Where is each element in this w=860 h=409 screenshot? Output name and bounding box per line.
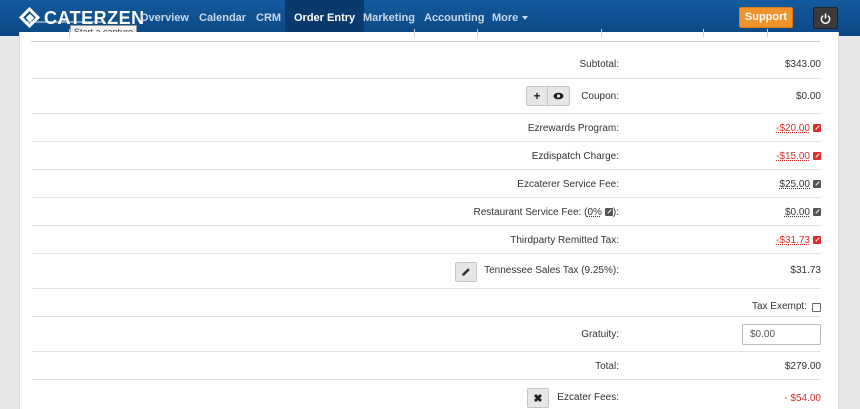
total-value: $279.00 [784,361,821,372]
coupon-row: + Coupon: $0.00 [32,79,821,114]
subtotal-label: Subtotal: [579,59,619,70]
thirdparty-tax-row: Thirdparty Remitted Tax: -$31.73 [32,226,821,254]
ezcaterer-fee-row: Ezcaterer Service Fee: $25.00 [32,170,821,198]
sales-tax-label: Tennessee Sales Tax (9.25%): [484,265,619,276]
logo-tagline [24,21,104,23]
ezdispatch-row: Ezdispatch Charge: -$15.00 [32,142,821,170]
ezrewards-row: Ezrewards Program: -$20.00 [32,114,821,142]
restaurant-fee-value[interactable]: $0.00 [785,207,810,218]
subtotal-row: Subtotal: $343.00 [32,48,821,79]
plus-icon: + [533,89,541,103]
nav-more-label: More [492,12,519,24]
ezrewards-label: Ezrewards Program: [527,123,619,134]
thirdparty-tax-label: Thirdparty Remitted Tax: [510,235,619,246]
restaurant-fee-row: Restaurant Service Fee: (0%): $0.00 [32,198,821,226]
restaurant-fee-percent[interactable]: 0% [587,207,601,218]
add-coupon-button[interactable]: + [526,86,548,106]
logo-diamond-icon [18,6,41,29]
restaurant-fee-value-wrap[interactable]: $0.00 [785,207,821,218]
ezcaterer-fee-label: Ezcaterer Service Fee: [517,179,619,190]
pencil-icon [462,268,470,276]
gratuity-row: Gratuity: [32,317,821,352]
restaurant-fee-label-suffix: ): [612,207,619,218]
total-label: Total: [595,361,619,372]
coupon-button-group: + [526,86,570,106]
sales-tax-value: $31.73 [790,265,821,276]
ezrewards-value-wrap[interactable]: -$20.00 [776,123,821,134]
coupon-label: Coupon: [581,91,619,102]
ezrewards-value[interactable]: -$20.00 [776,123,810,134]
ezdispatch-label: Ezdispatch Charge: [531,151,619,162]
gratuity-input[interactable] [742,324,821,345]
restaurant-fee-label: Restaurant Service Fee: (0%): [474,207,620,218]
thirdparty-tax-value-wrap[interactable]: -$31.73 [776,235,821,246]
ezcaterer-fee-value-wrap[interactable]: $25.00 [779,179,821,190]
support-button[interactable]: Support [739,7,793,28]
eye-icon [553,92,564,100]
tax-exempt-label: Tax Exempt: [751,301,807,312]
thirdparty-tax-value[interactable]: -$31.73 [776,235,810,246]
sales-tax-row: Tennessee Sales Tax (9.25%): $31.73 [32,254,821,289]
remove-ezcater-fees-button[interactable]: ✖ [527,388,549,408]
ezcaterer-fee-value[interactable]: $25.00 [779,179,810,190]
edit-icon[interactable] [813,208,821,216]
edit-icon[interactable] [813,180,821,188]
ezcater-fees-label: Ezcater Fees: [557,392,619,403]
caret-down-icon [522,16,529,21]
power-icon [820,13,831,24]
ezdispatch-value[interactable]: -$15.00 [776,151,810,162]
line-items-table-edge [31,29,820,42]
tax-exempt-checkbox[interactable] [812,303,821,312]
edit-icon[interactable] [813,152,821,160]
view-coupon-button[interactable] [548,86,570,106]
ezcater-fees-value: - $54.00 [784,393,821,404]
ezcater-fees-row: ✖ Ezcater Fees: - $54.00 [32,380,821,409]
gratuity-label: Gratuity: [581,329,619,340]
tax-exempt-row: Tax Exempt: [32,289,821,317]
close-icon: ✖ [533,392,543,405]
edit-icon[interactable] [813,124,821,132]
total-row: Total: $279.00 [32,352,821,380]
edit-sales-tax-button[interactable] [455,262,477,282]
subtotal-value: $343.00 [784,59,821,70]
edit-icon[interactable] [813,236,821,244]
coupon-value: $0.00 [795,91,821,102]
restaurant-fee-label-prefix: Restaurant Service Fee: ( [473,207,588,218]
ezdispatch-value-wrap[interactable]: -$15.00 [776,151,821,162]
edit-icon[interactable] [604,208,613,216]
logout-button[interactable] [813,7,838,29]
